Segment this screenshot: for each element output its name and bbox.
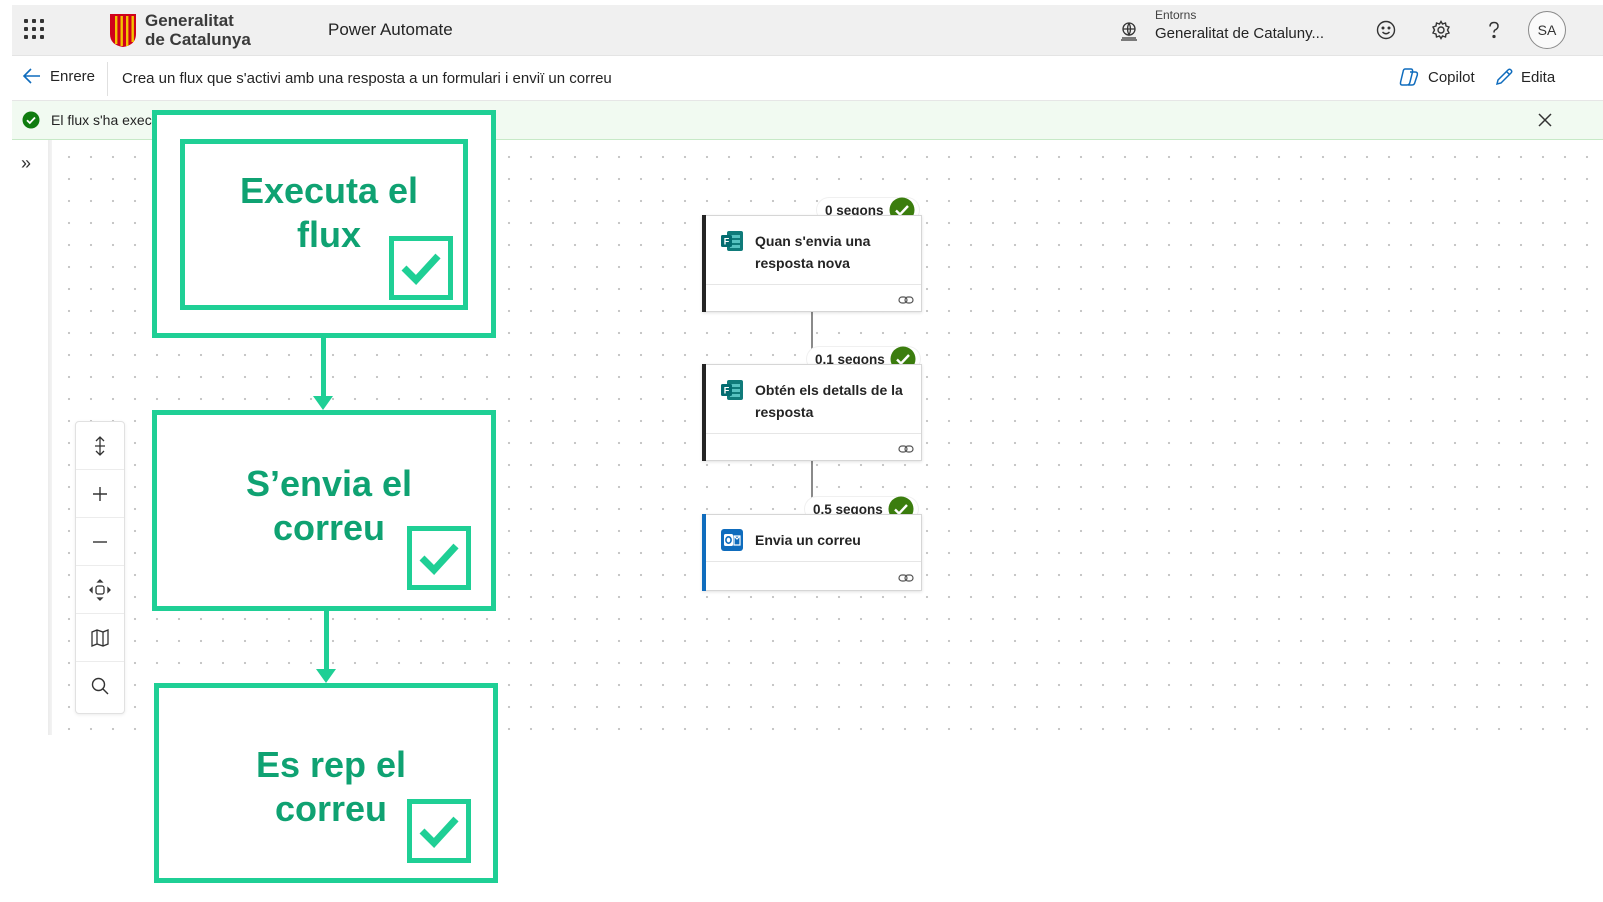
gear-icon[interactable] xyxy=(1428,17,1454,43)
divider xyxy=(107,62,108,96)
smiley-icon[interactable] xyxy=(1373,17,1399,43)
svg-text:F: F xyxy=(724,237,730,247)
pencil-icon xyxy=(1495,68,1513,86)
arrow-left-icon xyxy=(22,68,40,84)
annotation-line-1: Executa el xyxy=(239,170,419,211)
annotation-line-1: S’envia el xyxy=(245,463,413,504)
generalitat-logo-text: Generalitat de Catalunya xyxy=(145,11,251,49)
flow-step-card[interactable]: F Quan s'envia una resposta nova xyxy=(702,215,922,312)
environment-globe-icon[interactable] xyxy=(1117,19,1141,43)
annotation-box-email-received: Es rep el correu xyxy=(154,683,498,883)
card-divider xyxy=(706,561,921,562)
flow-step-card[interactable]: Envia un correu xyxy=(702,514,922,591)
logo-line-1: Generalitat xyxy=(145,11,234,30)
double-chevron-right-icon[interactable]: » xyxy=(21,153,31,174)
link-icon[interactable] xyxy=(898,443,914,455)
minus-icon[interactable] xyxy=(76,518,124,566)
outlook-icon xyxy=(721,529,743,551)
zoom-controls xyxy=(75,421,125,714)
card-divider xyxy=(706,433,921,434)
flow-step-card[interactable]: F Obtén els detalls de la resposta xyxy=(702,364,922,461)
environment-selector[interactable]: Generalitat de Cataluny... xyxy=(1155,25,1324,42)
step-accent-bar xyxy=(702,514,706,591)
link-icon[interactable] xyxy=(898,294,914,306)
back-button[interactable]: Enrere xyxy=(22,67,95,85)
annotation-arrow-head xyxy=(316,669,336,683)
forms-icon: F xyxy=(721,231,743,251)
fit-vertical-icon[interactable] xyxy=(76,422,124,470)
annotation-arrow-head xyxy=(313,396,333,410)
logo-line-2: de Catalunya xyxy=(145,30,251,49)
checkbox-checked-icon xyxy=(407,799,471,863)
annotation-arrow xyxy=(324,611,329,671)
map-icon[interactable] xyxy=(76,614,124,662)
checkmark-circle-icon xyxy=(22,111,40,129)
annotation-arrow xyxy=(321,338,326,398)
user-avatar[interactable]: SA xyxy=(1528,11,1566,49)
step-title: Quan s'envia una resposta nova xyxy=(755,233,871,271)
copilot-icon xyxy=(1399,68,1419,86)
center-icon[interactable] xyxy=(76,566,124,614)
step-accent-bar xyxy=(702,364,706,461)
link-icon[interactable] xyxy=(898,572,914,584)
svg-text:F: F xyxy=(724,386,730,396)
edit-button[interactable]: Edita xyxy=(1494,67,1555,87)
top-header: Generalitat de Catalunya Power Automate … xyxy=(12,5,1603,56)
environment-label: Entorns xyxy=(1155,8,1197,22)
question-icon[interactable] xyxy=(1481,17,1507,43)
edit-label: Edita xyxy=(1521,68,1556,86)
card-divider xyxy=(706,284,921,285)
search-icon[interactable] xyxy=(76,662,124,710)
copilot-label: Copilot xyxy=(1428,68,1475,86)
annotation-line-1: Es rep el xyxy=(255,744,407,785)
step-title: Obtén els detalls de la resposta xyxy=(755,382,903,420)
command-bar: Enrere Crea un flux que s'activi amb una… xyxy=(12,56,1603,101)
app-name[interactable]: Power Automate xyxy=(328,20,453,40)
step-accent-bar xyxy=(702,215,706,312)
generalitat-logo-icon xyxy=(110,14,136,47)
side-panel-rail xyxy=(12,140,58,735)
forms-icon: F xyxy=(721,380,743,400)
annotation-box-email-sent: S’envia el correu xyxy=(152,410,496,611)
checkbox-checked-icon xyxy=(407,526,471,590)
app-launcher-icon[interactable] xyxy=(24,19,46,41)
plus-icon[interactable] xyxy=(76,470,124,518)
step-title: Envia un correu xyxy=(755,532,861,548)
checkbox-checked-icon xyxy=(389,236,453,300)
flow-title: Crea un flux que s'activi amb una respos… xyxy=(122,70,612,87)
copilot-button[interactable]: Copilot xyxy=(1398,67,1475,87)
annotation-box-run-flow: Executa el flux xyxy=(152,110,496,338)
close-icon[interactable] xyxy=(1536,111,1554,129)
back-label: Enrere xyxy=(50,67,96,85)
